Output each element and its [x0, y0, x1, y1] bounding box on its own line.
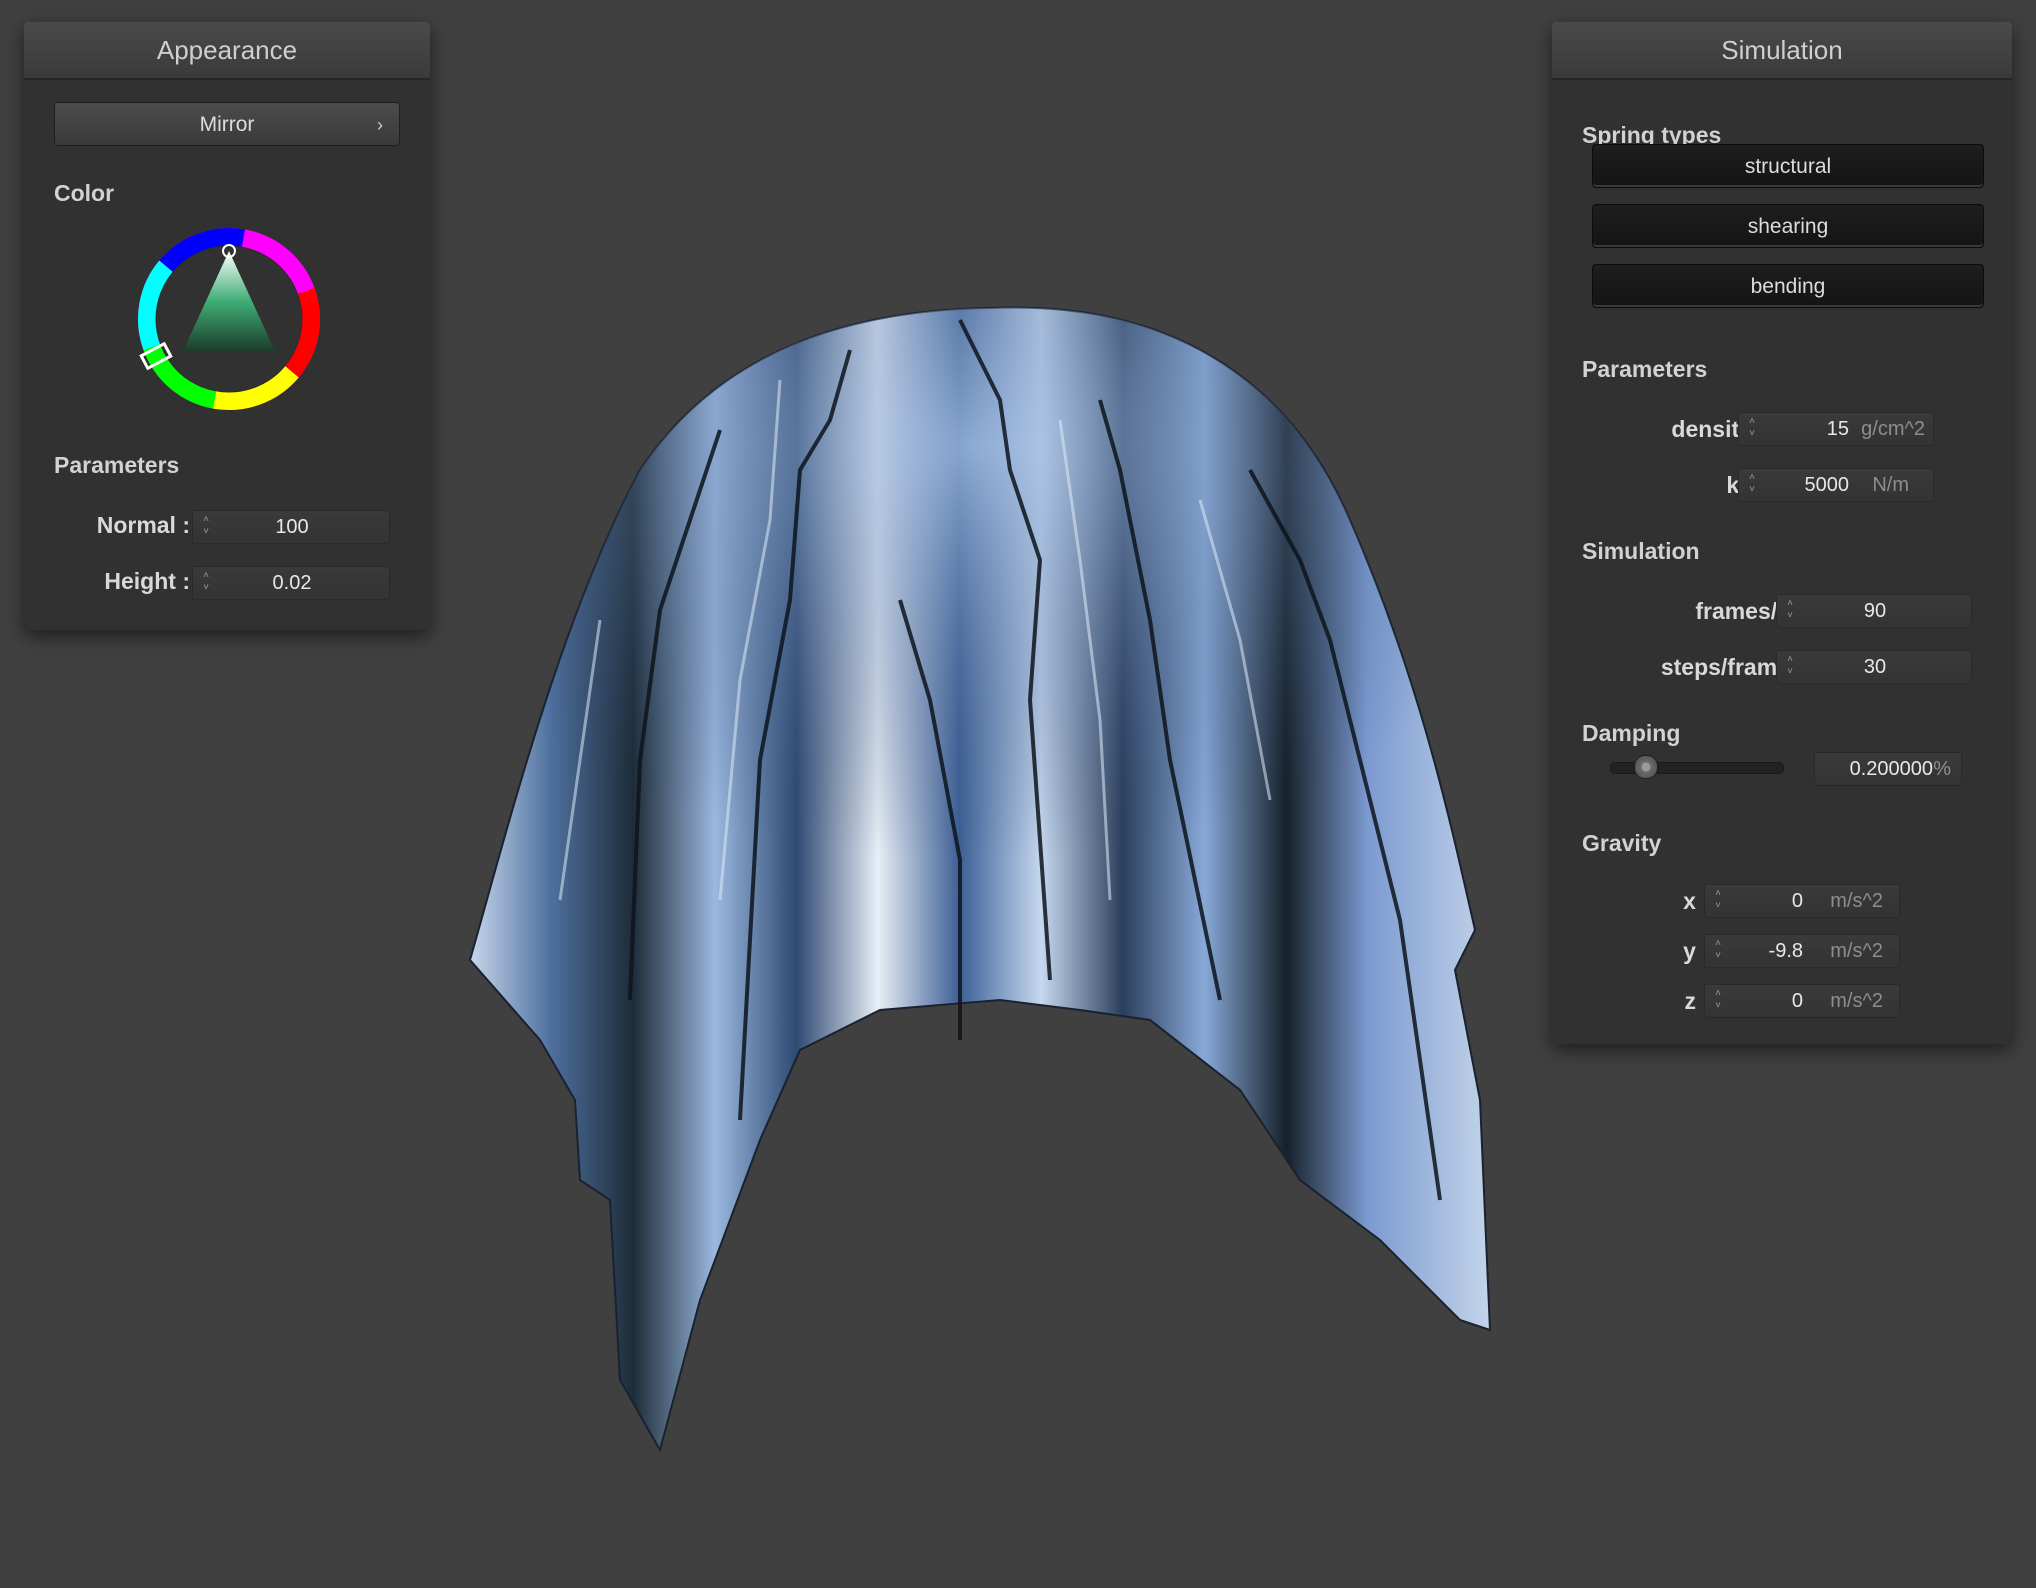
spinner-icon[interactable]: ˄ ˅ [1713, 888, 1723, 914]
damping-input[interactable]: 0.200000 % [1814, 752, 1962, 786]
color-section-label: Color [54, 180, 115, 206]
damping-unit: % [1933, 758, 1951, 780]
simulation-panel: Simulation Spring types structural shear… [1552, 22, 2012, 1044]
gravity-z-unit: m/s^2 [1830, 990, 1883, 1012]
density-input[interactable]: ˄ ˅ 15 g/cm^2 [1738, 412, 1934, 446]
gravity-x-unit: m/s^2 [1830, 890, 1883, 912]
structural-spring-button[interactable]: structural [1592, 144, 1984, 188]
steps-per-frame-label: steps/frame : [1660, 654, 1804, 680]
spinner-icon[interactable]: ˄ ˅ [1713, 988, 1723, 1014]
spinner-icon[interactable]: ˄ ˅ [1747, 472, 1757, 498]
shearing-spring-button[interactable]: shearing [1592, 204, 1984, 248]
steps-per-frame-value: 30 [1863, 656, 1887, 678]
gravity-y-input[interactable]: ˄ ˅ -9.8 m/s^2 [1704, 934, 1900, 968]
gravity-x-value: 0 [1791, 890, 1803, 912]
density-unit: g/cm^2 [1861, 418, 1925, 440]
height-input[interactable]: ˄ ˅ 0.02 [192, 566, 390, 600]
damping-label: Damping [1582, 720, 1681, 746]
steps-per-frame-input[interactable]: ˄ ˅ 30 [1776, 650, 1972, 684]
normal-label: Normal : [96, 512, 190, 538]
gravity-z-label: z : [1684, 988, 1710, 1014]
spinner-icon[interactable]: ˄ ˅ [1713, 938, 1723, 964]
gravity-y-value: -9.8 [1768, 940, 1803, 962]
damping-slider-handle[interactable] [1633, 755, 1658, 779]
gravity-y-label: y : [1683, 938, 1710, 964]
bending-spring-button[interactable]: bending [1592, 264, 1984, 308]
appearance-parameters-label: Parameters [54, 452, 180, 478]
height-label: Height : [104, 568, 190, 594]
gravity-x-input[interactable]: ˄ ˅ 0 m/s^2 [1704, 884, 1900, 918]
frames-per-second-value: 90 [1863, 600, 1887, 622]
ks-unit: N/m [1872, 474, 1909, 496]
damping-value: 0.200000 [1849, 758, 1933, 780]
appearance-panel-title: Appearance [24, 22, 430, 80]
gravity-y-unit: m/s^2 [1830, 940, 1883, 962]
appearance-panel: Appearance Mirror › Color Parameters Nor… [24, 22, 430, 630]
ks-input[interactable]: ˄ ˅ 5000 N/m [1738, 468, 1934, 502]
gravity-z-value: 0 [1791, 990, 1803, 1012]
density-value: 15 [1826, 418, 1849, 440]
frames-per-second-label: frames/s : [1695, 598, 1804, 624]
normal-value: 100 [275, 516, 309, 538]
simulation-parameters-label: Parameters [1582, 356, 1708, 382]
chevron-right-icon: › [377, 115, 383, 135]
ks-value: 5000 [1804, 474, 1850, 496]
material-select-button[interactable]: Mirror › [54, 102, 400, 146]
spinner-icon[interactable]: ˄ ˅ [1747, 416, 1757, 442]
color-wheel[interactable] [137, 227, 321, 411]
simulation-panel-title: Simulation [1552, 22, 2012, 80]
material-select-label: Mirror [199, 113, 255, 136]
gravity-label: Gravity [1582, 830, 1662, 856]
simulation-section-label: Simulation [1582, 538, 1700, 564]
height-value: 0.02 [272, 572, 312, 594]
saturation-triangle[interactable] [183, 251, 275, 351]
gravity-z-input[interactable]: ˄ ˅ 0 m/s^2 [1704, 984, 1900, 1018]
normal-input[interactable]: ˄ ˅ 100 [192, 510, 390, 544]
frames-per-second-input[interactable]: ˄ ˅ 90 [1776, 594, 1972, 628]
gravity-x-label: x : [1683, 888, 1710, 914]
